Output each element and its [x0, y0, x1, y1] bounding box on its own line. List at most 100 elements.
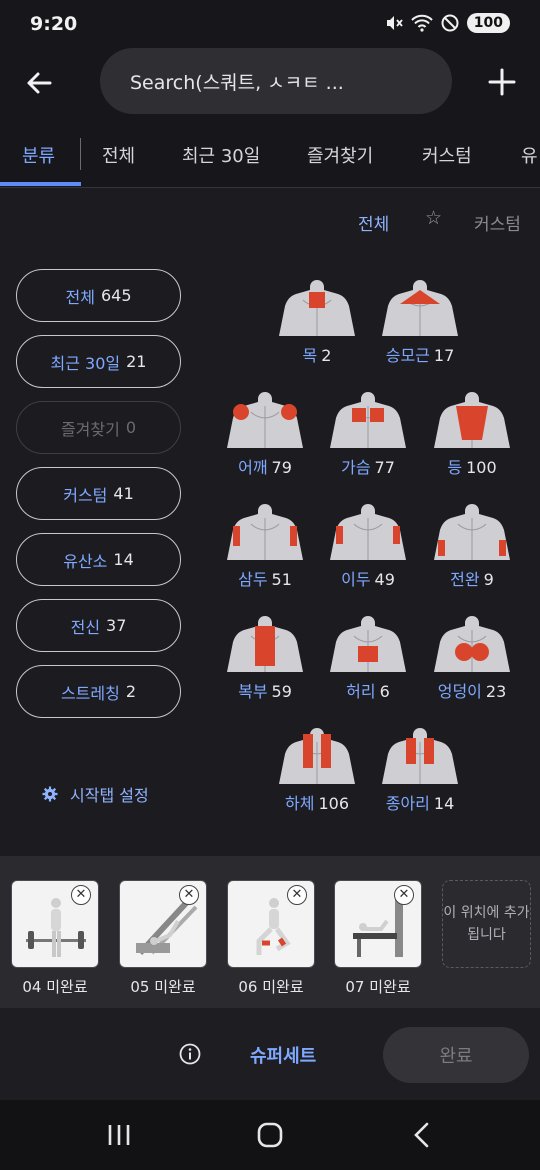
category-label: 즐겨찾기	[60, 419, 120, 439]
muscle-group-item[interactable]: 엉덩이 23	[422, 616, 522, 716]
muscle-count: 14	[433, 794, 455, 813]
tab-cardio[interactable]: 유	[521, 142, 538, 168]
remove-icon[interactable]: ✕	[71, 885, 91, 905]
muscle-group-item[interactable]: 삼두 51	[215, 504, 315, 604]
muscle-count: 6	[379, 682, 390, 701]
muscle-figure-icon	[382, 280, 458, 336]
muscle-caption: 이두 49	[318, 566, 418, 590]
recent-apps-icon[interactable]	[104, 1120, 134, 1150]
muscle-group-item[interactable]: 승모근 17	[370, 280, 470, 380]
category-label: 전신	[70, 617, 101, 637]
filter-custom[interactable]: 커스텀	[474, 210, 521, 235]
tray-item-label: 06 미완료	[238, 978, 304, 996]
muscle-caption: 삼두 51	[215, 566, 315, 590]
muscle-group-item[interactable]: 허리 6	[318, 616, 418, 716]
category-recent-button[interactable]: 최근 30일 21	[16, 335, 181, 388]
category-label: 전체	[65, 287, 95, 307]
muscle-caption: 종아리 14	[370, 790, 470, 814]
star-icon[interactable]: ☆	[425, 207, 442, 229]
category-count: 14	[113, 550, 134, 569]
muscle-group-item[interactable]: 하체 106	[267, 728, 367, 828]
muscle-count: 2	[321, 346, 332, 365]
tray-item-04[interactable]: ✕	[11, 880, 99, 968]
remove-icon[interactable]: ✕	[287, 885, 307, 905]
muscle-figure-icon	[382, 728, 458, 784]
tray-item-07[interactable]: ✕	[334, 880, 422, 968]
muscle-count: 23	[485, 682, 507, 701]
category-count: 37	[106, 616, 127, 635]
back-arrow-icon[interactable]	[22, 66, 56, 100]
home-icon[interactable]	[255, 1120, 285, 1150]
category-cardio-button[interactable]: 유산소 14	[16, 533, 181, 586]
start-tab-settings-button[interactable]: 시작탭 설정	[42, 782, 149, 806]
tab-custom[interactable]: 커스텀	[422, 142, 472, 168]
muscle-count: 106	[318, 794, 349, 813]
muscle-group-item[interactable]: 전완 9	[422, 504, 522, 604]
status-time: 9:20	[30, 13, 78, 35]
tray-item-label: 07 미완료	[345, 978, 411, 996]
done-button[interactable]: 완료	[383, 1027, 529, 1083]
muscle-name: 목	[302, 346, 318, 365]
battery-icon: 100	[466, 13, 510, 33]
muscle-caption: 복부 59	[215, 678, 315, 702]
category-label: 커스텀	[63, 485, 108, 505]
plus-icon[interactable]	[484, 64, 520, 100]
remove-icon[interactable]: ✕	[394, 885, 414, 905]
tab-divider	[80, 138, 81, 170]
muscle-count: 77	[374, 458, 395, 477]
muscle-group-item[interactable]: 목2	[267, 280, 367, 380]
muscle-group-item[interactable]: 어깨 79	[215, 392, 315, 492]
muscle-name: 삼두	[238, 570, 268, 589]
muscle-group-item[interactable]: 가슴 77	[318, 392, 418, 492]
active-tab-indicator	[0, 182, 81, 186]
muscle-group-item[interactable]: 이두 49	[318, 504, 418, 604]
muscle-name: 허리	[346, 682, 376, 701]
category-count: 645	[100, 286, 132, 305]
tab-favorites[interactable]: 즐겨찾기	[307, 142, 373, 168]
status-icons: 100	[385, 13, 510, 33]
system-nav-bar	[0, 1100, 540, 1170]
muscle-group-item[interactable]: 복부 59	[215, 616, 315, 716]
category-all-button[interactable]: 전체 645	[16, 269, 181, 322]
category-fullbody-button[interactable]: 전신 37	[16, 599, 181, 652]
search-input[interactable]: Search(스쿼트, ㅅㅋㅌ ...	[100, 48, 452, 114]
muscle-figure-icon	[434, 504, 510, 560]
muscle-figure-icon	[227, 392, 303, 448]
category-custom-button[interactable]: 커스텀 41	[16, 467, 181, 520]
muscle-figure-icon	[434, 392, 510, 448]
tab-all[interactable]: 전체	[102, 142, 135, 168]
muscle-group-item[interactable]: 등 100	[422, 392, 522, 492]
muscle-count: 9	[483, 570, 494, 589]
category-stretching-button[interactable]: 스트레칭 2	[16, 665, 181, 718]
info-icon[interactable]	[179, 1043, 201, 1065]
tab-recent-30[interactable]: 최근 30일	[182, 142, 260, 168]
tray-item-06[interactable]: ✕	[227, 880, 315, 968]
tray-add-slot: 이 위치에 추가됩니다	[442, 880, 531, 968]
superset-button[interactable]: 슈퍼세트	[250, 1042, 316, 1068]
remove-icon[interactable]: ✕	[179, 885, 199, 905]
tray-item-label: 04 미완료	[22, 978, 88, 996]
do-not-disturb-icon	[441, 14, 459, 32]
muscle-name: 하체	[285, 794, 315, 813]
back-nav-icon[interactable]	[407, 1120, 437, 1150]
gear-icon	[42, 786, 58, 802]
muscle-name: 승모근	[385, 346, 430, 365]
muscle-name: 어깨	[238, 458, 268, 477]
muscle-name: 가슴	[341, 458, 371, 477]
category-count: 41	[113, 484, 134, 503]
category-label: 스트레칭	[60, 683, 120, 703]
category-label: 최근 30일	[50, 353, 121, 373]
muscle-count: 100	[466, 458, 497, 477]
muscle-caption: 엉덩이 23	[422, 678, 522, 702]
category-count: 21	[126, 352, 147, 371]
muscle-count: 59	[271, 682, 292, 701]
muscle-count: 51	[271, 570, 292, 589]
tab-category[interactable]: 분류	[22, 142, 55, 168]
muscle-name: 전완	[450, 570, 480, 589]
status-bar: 9:20 100	[0, 0, 540, 50]
muscle-name: 엉덩이	[437, 682, 482, 701]
muscle-group-item[interactable]: 종아리 14	[370, 728, 470, 828]
muscle-caption: 등 100	[422, 454, 522, 478]
tray-item-05[interactable]: ✕	[119, 880, 207, 968]
filter-all[interactable]: 전체	[358, 210, 389, 235]
